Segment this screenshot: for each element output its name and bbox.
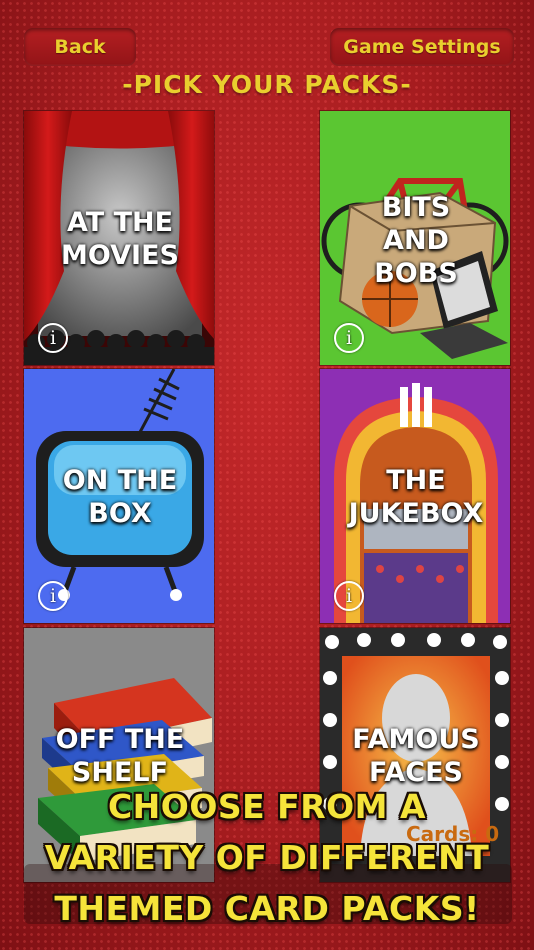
info-icon[interactable]: i bbox=[334, 323, 364, 353]
pack-tile-bits-and-bobs[interactable]: BITS AND BOBS i bbox=[319, 110, 511, 366]
pack-label: AT THE MOVIES bbox=[61, 207, 179, 271]
pack-label: FAMOUS FACES bbox=[352, 724, 480, 788]
pack-tile-at-the-movies[interactable]: AT THE MOVIES i bbox=[23, 110, 215, 366]
pack-tile-the-jukebox[interactable]: THE JUKEBOX i bbox=[319, 368, 511, 624]
pack-label: OFF THE SHELF bbox=[55, 724, 185, 788]
page-title: -PICK YOUR PACKS- bbox=[122, 70, 412, 99]
info-icon[interactable]: i bbox=[38, 323, 68, 353]
promo-line-1: CHOOSE FROM A bbox=[107, 787, 427, 826]
info-icon[interactable]: i bbox=[38, 581, 68, 611]
pack-label: THE JUKEBOX bbox=[348, 465, 484, 529]
pack-label: ON THE BOX bbox=[62, 465, 178, 529]
promo-line-2: VARIETY OF DIFFERENT bbox=[44, 838, 490, 877]
game-settings-button[interactable]: Game Settings bbox=[330, 28, 514, 66]
info-icon[interactable]: i bbox=[334, 581, 364, 611]
back-button[interactable]: Back bbox=[24, 28, 136, 66]
promo-line-3: THEMED CARD PACKS! bbox=[54, 889, 480, 928]
pack-tile-on-the-box[interactable]: ON THE BOX i bbox=[23, 368, 215, 624]
pack-label: BITS AND BOBS bbox=[374, 192, 458, 289]
